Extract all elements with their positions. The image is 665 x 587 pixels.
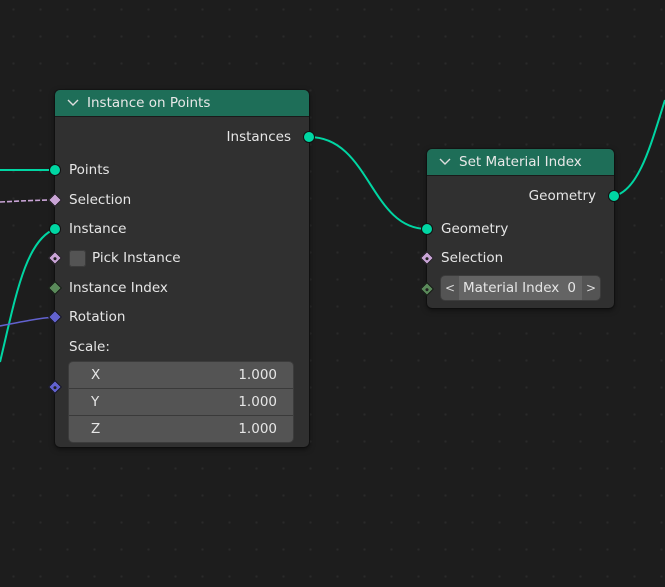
node-title: Instance on Points [87,95,211,111]
socket-label: Geometry [528,188,596,204]
pick-instance-checkbox[interactable] [69,249,86,267]
input-rotation: Rotation [47,306,309,328]
output-geometry: Geometry [427,185,620,207]
input-instance-index: Instance Index [47,277,309,299]
axis-value: 1.000 [238,421,277,437]
bool-field-socket-icon[interactable] [47,250,63,266]
input-pick-instance: Pick Instance [47,247,309,269]
field-socket-icon[interactable] [419,250,435,266]
axis-label: Z [91,421,101,437]
output-instances: Instances [55,126,315,148]
axis-label: X [91,367,101,383]
input-instance: Instance [49,218,309,240]
increment-arrow-icon[interactable]: > [582,281,600,295]
decrement-arrow-icon[interactable]: < [441,281,459,295]
scale-y-field[interactable]: Y 1.000 [69,389,293,416]
checkbox-label: Pick Instance [92,250,181,266]
link-instances-to-geometry [308,136,428,230]
scale-z-field[interactable]: Z 1.000 [69,416,293,442]
int-socket-icon[interactable] [47,280,63,296]
geometry-socket-icon[interactable] [303,131,315,143]
socket-label: Instances [226,129,291,145]
input-points: Points [49,159,309,181]
socket-label: Points [69,162,110,178]
axis-label: Y [91,394,100,410]
input-selection: Selection [47,189,309,211]
socket-label: Instance Index [69,280,168,296]
geometry-socket-icon[interactable] [421,223,433,235]
link-rotation-in [0,316,56,327]
scale-x-field[interactable]: X 1.000 [69,362,293,389]
chevron-down-icon[interactable] [439,156,453,169]
geometry-socket-icon[interactable] [49,223,61,235]
field-label: Material Index [463,280,560,296]
field-value: 0 [567,280,576,296]
vector-socket-icon[interactable] [47,309,63,325]
axis-value: 1.000 [238,394,277,410]
material-index-field[interactable]: < Material Index 0 > [441,276,600,300]
scale-label: Scale: [69,339,110,355]
link-selection-in [0,199,56,203]
link-geometry-out [613,99,665,197]
field-socket-icon[interactable] [47,192,63,208]
link-instance-in [0,228,56,363]
input-scale-label: Scale: [55,336,309,358]
vector-socket-icon[interactable] [47,379,63,395]
socket-label: Selection [441,250,504,266]
input-geometry: Geometry [421,218,614,240]
scale-vector-field: X 1.000 Y 1.000 Z 1.000 [69,362,293,442]
material-index-value-area[interactable]: Material Index 0 [459,276,582,300]
geometry-socket-icon[interactable] [608,190,620,202]
node-header[interactable]: Instance on Points [55,90,309,117]
socket-label: Rotation [69,309,126,325]
input-selection: Selection [419,247,614,269]
node-header[interactable]: Set Material Index [427,149,614,176]
socket-label: Geometry [441,221,509,237]
int-socket-icon[interactable] [419,281,435,297]
set-material-index-node[interactable]: Set Material Index Geometry Geometry Sel… [419,149,620,308]
socket-label: Selection [69,192,132,208]
axis-value: 1.000 [238,367,277,383]
chevron-down-icon[interactable] [67,97,81,110]
node-title: Set Material Index [459,154,582,170]
socket-label: Instance [69,221,127,237]
geometry-socket-icon[interactable] [49,164,61,176]
instance-on-points-node[interactable]: Instance on Points Instances Points Sele… [47,90,315,447]
